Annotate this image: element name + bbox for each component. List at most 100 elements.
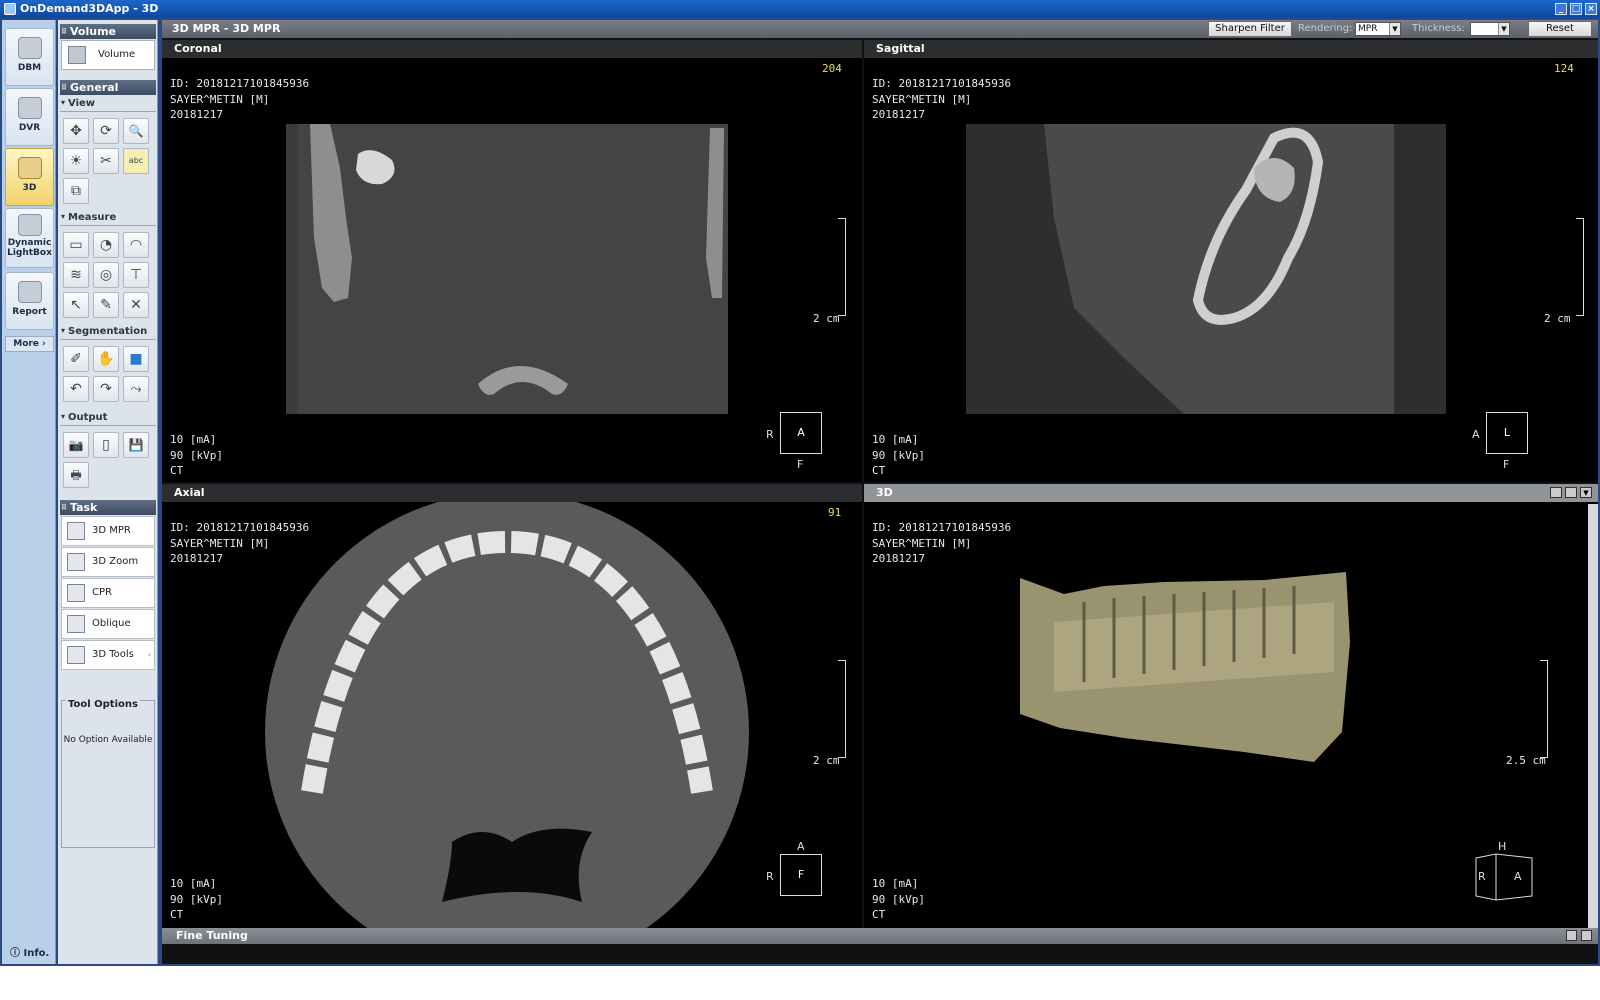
print-icon[interactable]: 🖶 (63, 462, 89, 488)
zoom-icon[interactable]: 🔍 (123, 118, 149, 144)
scale-label: 2 cm (1544, 312, 1571, 325)
text-annotation-icon[interactable]: abc (123, 148, 149, 174)
maximize-view-icon[interactable] (1565, 487, 1577, 498)
ruler-icon[interactable]: ▭ (63, 232, 89, 258)
close-icon[interactable]: × (1585, 3, 1597, 15)
chevron-down-icon[interactable]: ▼ (1580, 487, 1592, 498)
orientation-box[interactable]: L (1486, 412, 1528, 454)
output-subheader[interactable]: Output (60, 412, 156, 426)
scale-bar (838, 218, 846, 316)
orientation-top: A (797, 840, 805, 853)
rail-item-dvr[interactable]: DVR (5, 88, 54, 146)
thickness-select[interactable]: ▼ (1470, 22, 1510, 36)
task-3d-mpr[interactable]: 3D MPR (61, 516, 155, 546)
fine-tuning-bar[interactable]: Fine Tuning (162, 928, 1598, 944)
rail-item-label: DBM (17, 63, 42, 73)
maximize-icon[interactable]: □ (1570, 3, 1582, 15)
task-oblique[interactable]: Oblique (61, 609, 155, 639)
sculpt-icon[interactable]: ✐ (63, 346, 89, 372)
tube-voltage: 90 [kVp] (170, 448, 223, 462)
copy-icon[interactable]: ⧉ (63, 178, 89, 204)
tube-current: 10 [mA] (170, 433, 217, 446)
app-icon (4, 3, 16, 15)
volume-button-label: Volume (98, 49, 136, 60)
view-title: Axial (162, 484, 862, 502)
rail-item-report[interactable]: Report (5, 272, 54, 330)
slice-number: 204 (822, 62, 842, 75)
3d-tools-icon (67, 646, 85, 664)
scale-bar (838, 660, 846, 758)
orientation-box[interactable]: F (780, 854, 822, 896)
patient-id: ID: 20181217101845936 (170, 521, 310, 534)
rail-item-label: DVR (18, 123, 41, 133)
volume-section-header[interactable]: Volume (60, 24, 156, 39)
caliper-icon[interactable]: ⊤ (123, 262, 149, 288)
info-link[interactable]: ⓘ Info. (10, 944, 49, 959)
viewer-toolbar: 3D MPR - 3D MPR Sharpen Filter Rendering… (162, 20, 1598, 38)
segmentation-subheader[interactable]: Segmentation (60, 326, 156, 340)
layout-grid-icon[interactable] (1550, 487, 1562, 498)
dbm-icon (17, 37, 42, 59)
select-arrow-icon[interactable]: ↖ (63, 292, 89, 318)
camera-icon[interactable]: 📷 (63, 432, 89, 458)
minimize-icon[interactable]: _ (1555, 3, 1567, 15)
volume-measure-icon[interactable]: ◎ (93, 262, 119, 288)
vertical-scrollbar[interactable] (1588, 504, 1598, 928)
axial-view[interactable]: Axial ID: 20181217101845936 SAYER^METIN … (162, 484, 862, 928)
more-button[interactable]: More › (5, 336, 54, 352)
sharpen-filter-button[interactable]: Sharpen Filter (1208, 21, 1292, 37)
eraser-icon[interactable]: ✎ (93, 292, 119, 318)
view-title: Coronal (162, 40, 862, 58)
task-section-header[interactable]: Task (60, 500, 156, 515)
rendering-select[interactable]: MPR ▼ (1355, 22, 1401, 36)
general-section-header[interactable]: General (60, 80, 156, 95)
task-label: CPR (92, 587, 112, 598)
tooth-icon (17, 97, 42, 119)
brightness-icon[interactable]: ☀ (63, 148, 89, 174)
sagittal-view[interactable]: Sagittal ID: 20181217101845936 SAYER^MET… (864, 40, 1598, 482)
orientation-right: A (1514, 870, 1522, 883)
task-cpr[interactable]: CPR (61, 578, 155, 608)
save-icon[interactable] (1566, 930, 1577, 941)
profile-icon[interactable]: ≋ (63, 262, 89, 288)
reset-segmentation-icon[interactable]: ⤳ (123, 376, 149, 402)
rail-item-dynamic-lightbox[interactable]: Dynamic LightBox (5, 208, 54, 268)
patient-id: ID: 20181217101845936 (872, 521, 1012, 534)
orientation-bottom: F (797, 458, 804, 471)
tube-current: 10 [mA] (872, 433, 919, 446)
angle-icon[interactable]: ◠ (123, 232, 149, 258)
tube-current: 10 [mA] (170, 877, 217, 890)
3d-tooth-icon (17, 157, 42, 179)
rail-item-3d[interactable]: 3D (5, 148, 54, 206)
delete-icon[interactable]: ✕ (123, 292, 149, 318)
task-3d-zoom[interactable]: 3D Zoom (61, 547, 155, 577)
pan-icon[interactable]: ✥ (63, 118, 89, 144)
app-window: OnDemand3DApp - 3D _ □ × DBM DVR 3D Dyna… (0, 0, 1600, 966)
report-icon (17, 281, 42, 303)
redo-icon[interactable]: ↷ (93, 376, 119, 402)
coronal-view[interactable]: Coronal ID: 20181217101845936 SAYER^METI… (162, 40, 862, 482)
patient-id: ID: 20181217101845936 (170, 77, 310, 90)
acquisition-info: 10 [mA] 90 [kVp] CT (170, 432, 223, 479)
folder-icon[interactable] (1581, 930, 1592, 941)
study-date: 20181217 (170, 552, 223, 565)
chevron-down-icon: ▼ (1389, 23, 1400, 35)
area-icon[interactable]: ◔ (93, 232, 119, 258)
3d-view[interactable]: 3D ▼ ID: 20181217101845936 SAYER^METIN [… (864, 484, 1598, 928)
rotate-icon[interactable]: ⟳ (93, 118, 119, 144)
task-3d-tools[interactable]: 3D Tools › (61, 640, 155, 670)
volume-button[interactable]: Volume (61, 40, 155, 70)
cut-icon[interactable]: ✂ (93, 148, 119, 174)
hand-icon[interactable]: ✋ (93, 346, 119, 372)
save-icon[interactable]: 💾 (123, 432, 149, 458)
view-subheader[interactable]: View (60, 98, 156, 112)
undo-icon[interactable]: ↶ (63, 376, 89, 402)
orientation-box[interactable]: A (780, 412, 822, 454)
color-overlay-icon[interactable]: ■ (123, 346, 149, 372)
reset-button[interactable]: Reset (1528, 21, 1592, 37)
zoom-task-icon (67, 553, 85, 571)
rail-item-dbm[interactable]: DBM (5, 28, 54, 86)
volume-icon (68, 46, 86, 64)
clipboard-icon[interactable]: ▯ (93, 432, 119, 458)
measure-subheader[interactable]: Measure (60, 212, 156, 226)
